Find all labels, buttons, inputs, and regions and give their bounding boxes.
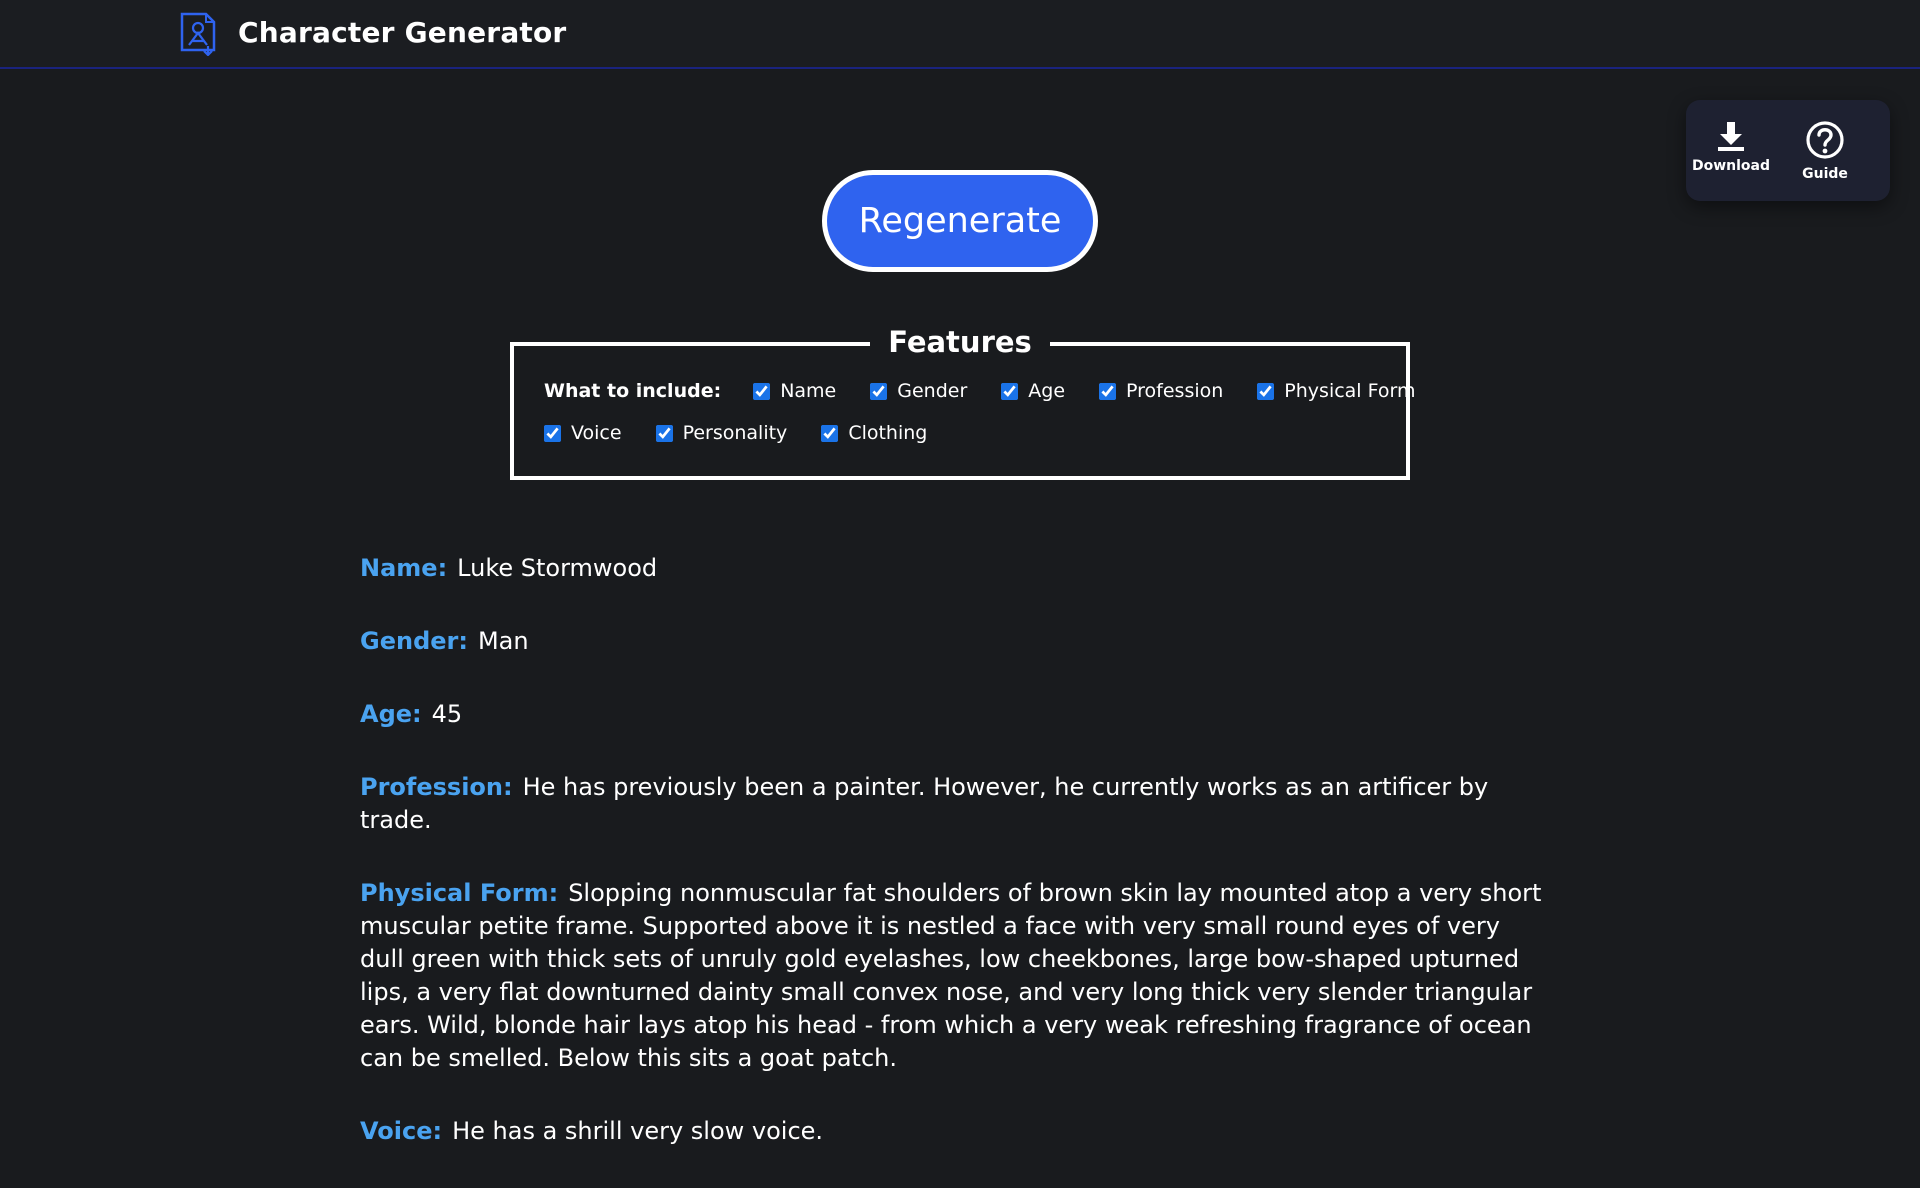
option-label: Personality	[682, 422, 788, 444]
option-clothing[interactable]: Clothing	[821, 422, 927, 444]
option-name[interactable]: Name	[753, 380, 836, 402]
detail-key: Gender:	[360, 627, 468, 655]
profession-checkbox[interactable]	[1099, 382, 1117, 400]
features-legend: Features	[870, 324, 1050, 360]
detail-name: Name: Luke Stormwood	[360, 552, 1550, 585]
detail-value: Slopping nonmuscular fat shoulders of br…	[360, 879, 1542, 1072]
top-bar: Character Generator	[0, 0, 1920, 69]
app-title: Character Generator	[238, 16, 567, 49]
option-label: Physical Form	[1284, 380, 1416, 402]
detail-value: 45	[431, 700, 463, 728]
detail-key: Physical Form:	[360, 879, 559, 907]
tool-panel: Download Guide	[1686, 100, 1890, 201]
option-gender[interactable]: Gender	[870, 380, 967, 402]
detail-age: Age: 45	[360, 698, 1550, 731]
download-button[interactable]: Download	[1686, 120, 1776, 190]
option-label: Gender	[897, 380, 968, 402]
detail-value: Luke Stormwood	[457, 554, 658, 582]
regenerate-button[interactable]: Regenerate	[822, 170, 1098, 272]
detail-key: Profession:	[360, 773, 513, 801]
character-sheet-icon[interactable]	[178, 12, 218, 57]
physical-form-checkbox[interactable]	[1257, 382, 1275, 400]
option-personality[interactable]: Personality	[655, 422, 788, 444]
help-circle-icon	[1780, 120, 1870, 160]
option-physical-form[interactable]: Physical Form	[1257, 380, 1416, 402]
gender-checkbox[interactable]	[870, 382, 888, 400]
option-label: Voice	[571, 422, 622, 444]
option-profession[interactable]: Profession	[1099, 380, 1223, 402]
detail-value: He has a shrill very slow voice.	[452, 1117, 824, 1145]
personality-checkbox[interactable]	[655, 424, 673, 442]
detail-key: Age:	[360, 700, 422, 728]
clothing-checkbox[interactable]	[821, 424, 839, 442]
name-checkbox[interactable]	[753, 382, 771, 400]
option-voice[interactable]: Voice	[544, 422, 622, 444]
age-checkbox[interactable]	[1001, 382, 1019, 400]
download-icon	[1686, 120, 1776, 152]
guide-label: Guide	[1802, 166, 1848, 182]
option-label: Name	[780, 380, 837, 402]
detail-profession: Profession: He has previously been a pain…	[360, 771, 1550, 837]
option-label: Profession	[1126, 380, 1224, 402]
features-row: What to include: Name Gender Age Profess…	[544, 380, 1450, 402]
detail-key: Name:	[360, 554, 448, 582]
features-row: Voice Personality Clothing	[544, 422, 961, 444]
guide-button[interactable]: Guide	[1780, 120, 1870, 190]
detail-voice: Voice: He has a shrill very slow voice.	[360, 1115, 1550, 1148]
voice-checkbox[interactable]	[544, 424, 561, 442]
features-prompt: What to include:	[544, 380, 722, 402]
option-age[interactable]: Age	[1001, 380, 1065, 402]
option-label: Clothing	[848, 422, 928, 444]
features-panel: Features What to include: Name Gender Ag…	[510, 324, 1416, 480]
character-details: Name: Luke Stormwood Gender: Man Age: 45 Pr…	[360, 552, 1550, 1188]
download-label: Download	[1691, 158, 1771, 174]
detail-key: Voice:	[360, 1117, 443, 1145]
detail-gender: Gender: Man	[360, 625, 1550, 658]
option-label: Age	[1028, 380, 1066, 402]
detail-physical-form: Physical Form: Slopping nonmuscular fat s…	[360, 877, 1550, 1075]
detail-value: Man	[477, 627, 529, 655]
detail-value: He has previously been a painter. Howeve…	[360, 773, 1489, 834]
